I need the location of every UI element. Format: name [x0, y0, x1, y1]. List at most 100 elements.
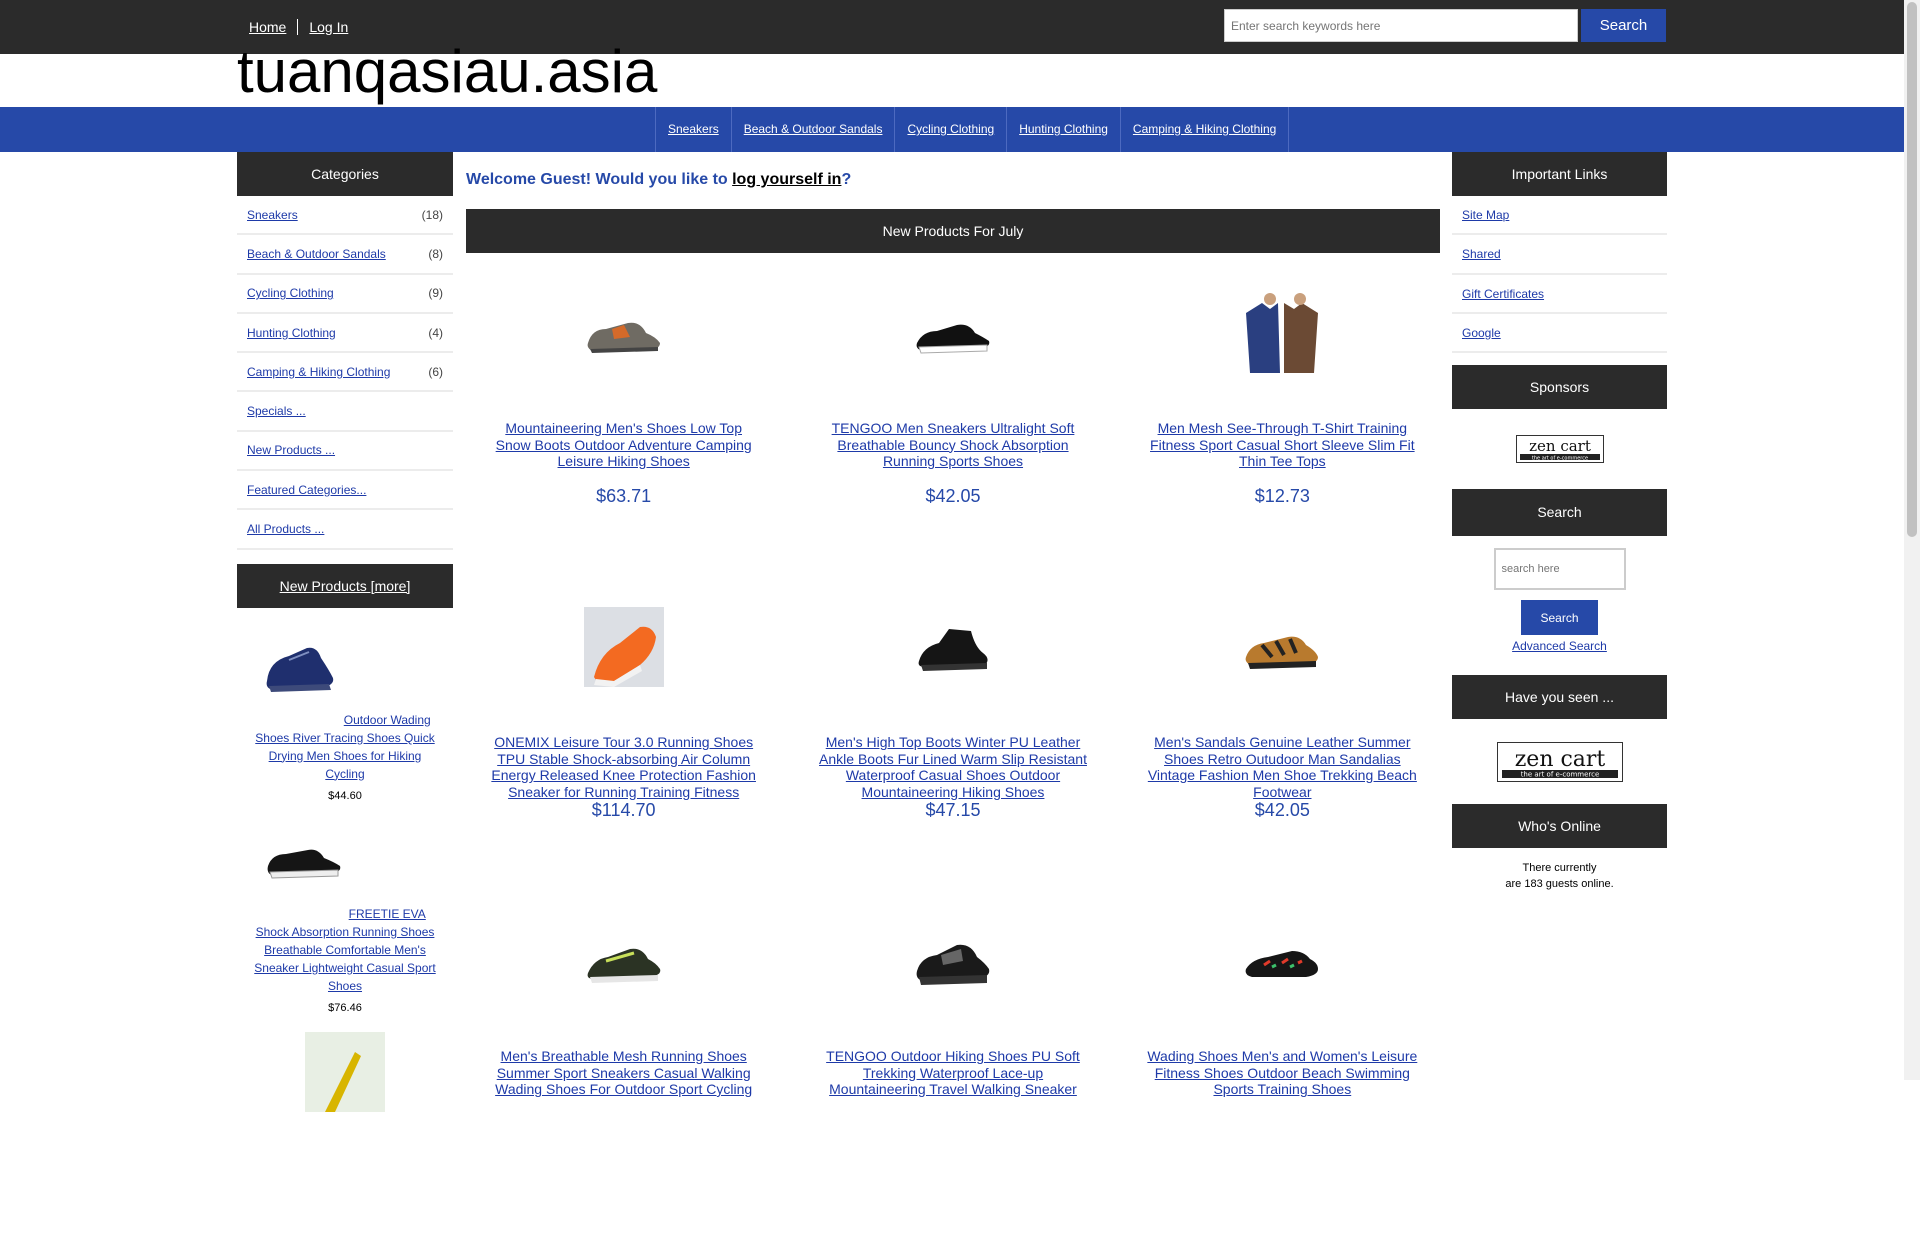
- category-row[interactable]: Beach & Outdoor Sandals (8): [237, 235, 453, 275]
- left-sidebar: Categories Sneakers (18) Beach & Outdoor …: [237, 152, 453, 1135]
- login-link[interactable]: Log In: [298, 19, 359, 35]
- product-card: TENGOO Men Sneakers Ultralight Soft Brea…: [795, 293, 1110, 607]
- important-link-row[interactable]: Shared: [1452, 235, 1667, 275]
- product-name[interactable]: Men's Breathable Mesh Running Shoes Summ…: [466, 1048, 781, 1114]
- all-products-link[interactable]: All Products ...: [247, 522, 324, 536]
- sandal-image[interactable]: [1242, 607, 1322, 687]
- sidebar-product-price: $44.60: [328, 789, 362, 802]
- welcome-suffix: ?: [841, 171, 852, 188]
- category-count: (8): [428, 246, 443, 261]
- catbar-item-sandals[interactable]: Beach & Outdoor Sandals: [732, 107, 896, 152]
- sponsor-banner[interactable]: zen cart the art of e-commerce: [1452, 409, 1667, 489]
- featured-categories-link[interactable]: Featured Categories...: [247, 483, 366, 497]
- new-products-section-header: New Products For July: [466, 209, 1440, 253]
- category-link[interactable]: Hunting Clothing: [247, 326, 336, 340]
- catbar-item-cycling[interactable]: Cycling Clothing: [895, 107, 1008, 152]
- header-search-input[interactable]: [1224, 9, 1578, 42]
- search-box-header: Search: [1452, 489, 1667, 537]
- category-row[interactable]: Sneakers (18): [237, 196, 453, 236]
- product-card: Men's Breathable Mesh Running Shoes Summ…: [466, 921, 781, 1235]
- site-map-link[interactable]: Site Map: [1462, 208, 1509, 222]
- new-products-link[interactable]: New Products ...: [247, 443, 335, 457]
- product-name[interactable]: Mountaineering Men's Shoes Low Top Snow …: [466, 420, 781, 486]
- category-link[interactable]: Beach & Outdoor Sandals: [247, 247, 386, 261]
- sneaker-image[interactable]: [913, 293, 993, 373]
- sidebar-search-button[interactable]: Search: [1521, 600, 1598, 636]
- category-count: (4): [428, 325, 443, 340]
- site-name[interactable]: tuanqasiau.asia: [237, 42, 657, 102]
- svg-text:zen cart: zen cart: [1514, 747, 1605, 772]
- shared-link[interactable]: Shared: [1462, 247, 1501, 261]
- product-card: Men's Sandals Genuine Leather Summer Sho…: [1125, 607, 1440, 921]
- sidebar-product-name[interactable]: FREETIE EVA Shock Absorption Running Sho…: [254, 907, 435, 993]
- have-you-seen-banner[interactable]: zen cart the art of e-commerce: [1452, 719, 1667, 804]
- product-card: TENGOO Outdoor Hiking Shoes PU Soft Trek…: [795, 921, 1110, 1235]
- sidebar-product-price: $76.46: [328, 1001, 362, 1014]
- product-name[interactable]: ONEMIX Leisure Tour 3.0 Running Shoes TP…: [466, 734, 781, 800]
- wading-shoe-image[interactable]: [259, 626, 339, 706]
- hiking-shoe-image[interactable]: [584, 293, 664, 373]
- product-name[interactable]: TENGOO Outdoor Hiking Shoes PU Soft Trek…: [795, 1048, 1110, 1114]
- welcome-message: Welcome Guest! Would you like to log you…: [466, 171, 1440, 209]
- catbar-link[interactable]: Camping & Hiking Clothing: [1133, 122, 1276, 136]
- svg-text:the art of e-commerce: the art of e-commerce: [1520, 770, 1599, 778]
- catbar-item-hunting[interactable]: Hunting Clothing: [1007, 107, 1121, 152]
- catbar-link[interactable]: Hunting Clothing: [1019, 122, 1108, 136]
- important-link-row[interactable]: Gift Certificates: [1452, 275, 1667, 314]
- all-products-row[interactable]: All Products ...: [237, 510, 453, 550]
- svg-text:zen cart: zen cart: [1529, 437, 1591, 455]
- login-inline-link[interactable]: log yourself in: [732, 171, 841, 188]
- zencart-logo[interactable]: zen cartthe art of e-commerce: [1496, 741, 1623, 782]
- gift-certificates-link[interactable]: Gift Certificates: [1462, 287, 1544, 301]
- sidebar-product-name[interactable]: Outdoor Wading Shoes River Tracing Shoes…: [255, 713, 434, 781]
- product-card: Men Mesh See-Through T-Shirt Training Fi…: [1125, 293, 1440, 607]
- category-count: (9): [428, 286, 443, 301]
- category-link[interactable]: Sneakers: [247, 208, 298, 222]
- header-search-button[interactable]: Search: [1581, 9, 1666, 42]
- product-card: ONEMIX Leisure Tour 3.0 Running Shoes TP…: [466, 607, 781, 921]
- zencart-logo[interactable]: zen cartthe art of e-commerce: [1515, 435, 1604, 464]
- catbar-item-camping[interactable]: Camping & Hiking Clothing: [1121, 107, 1290, 152]
- category-row[interactable]: Cycling Clothing (9): [237, 275, 453, 314]
- category-row[interactable]: Hunting Clothing (4): [237, 314, 453, 354]
- category-count: (6): [428, 364, 443, 379]
- sneaker-image[interactable]: [264, 820, 344, 900]
- product-image[interactable]: [305, 1031, 385, 1112]
- product-name[interactable]: Men's Sandals Genuine Leather Summer Sho…: [1125, 734, 1440, 800]
- online-line-2: are 183 guests online.: [1505, 878, 1614, 891]
- main-content: Welcome Guest! Would you like to log you…: [466, 152, 1440, 1235]
- boot-image[interactable]: [913, 607, 993, 687]
- product-name[interactable]: Wading Shoes Men's and Women's Leisure F…: [1125, 1048, 1440, 1114]
- featured-categories-row[interactable]: Featured Categories...: [237, 471, 453, 511]
- advanced-search-link[interactable]: Advanced Search: [1452, 639, 1667, 653]
- specials-link[interactable]: Specials ...: [247, 404, 306, 418]
- important-link-row[interactable]: Site Map: [1452, 196, 1667, 236]
- specials-row[interactable]: Specials ...: [237, 392, 453, 432]
- catbar-item-sneakers[interactable]: Sneakers: [656, 107, 732, 152]
- scrollbar-thumb[interactable]: [1907, 2, 1917, 537]
- new-products-more-link[interactable]: New Products [more]: [280, 578, 411, 594]
- important-link-row[interactable]: Google: [1452, 314, 1667, 354]
- category-link[interactable]: Camping & Hiking Clothing: [247, 365, 390, 379]
- sidebar-search-input[interactable]: [1493, 548, 1626, 591]
- tshirt-image[interactable]: [1242, 293, 1323, 373]
- catbar-link[interactable]: Cycling Clothing: [907, 122, 994, 136]
- category-row[interactable]: Camping & Hiking Clothing (6): [237, 353, 453, 393]
- catbar-link[interactable]: Sneakers: [668, 122, 719, 136]
- product-name[interactable]: Men's High Top Boots Winter PU Leather A…: [795, 734, 1110, 800]
- product-card: Men's High Top Boots Winter PU Leather A…: [795, 607, 1110, 921]
- right-sidebar: Important Links Site Map Shared Gift Cer…: [1452, 152, 1667, 904]
- important-links-header: Important Links: [1452, 152, 1667, 196]
- catbar-link[interactable]: Beach & Outdoor Sandals: [744, 122, 883, 136]
- category-link[interactable]: Cycling Clothing: [247, 286, 334, 300]
- google-link[interactable]: Google: [1462, 326, 1501, 340]
- product-name[interactable]: Men Mesh See-Through T-Shirt Training Fi…: [1125, 420, 1440, 486]
- mesh-shoe-image[interactable]: [584, 921, 664, 1001]
- sponsors-header: Sponsors: [1452, 365, 1667, 410]
- new-products-row[interactable]: New Products ...: [237, 432, 453, 472]
- product-name[interactable]: TENGOO Men Sneakers Ultralight Soft Brea…: [795, 420, 1110, 486]
- hiking-sneaker-image[interactable]: [913, 921, 993, 1001]
- home-link[interactable]: Home: [238, 19, 299, 35]
- running-shoe-image[interactable]: [583, 607, 664, 687]
- water-shoe-image[interactable]: [1242, 921, 1322, 1001]
